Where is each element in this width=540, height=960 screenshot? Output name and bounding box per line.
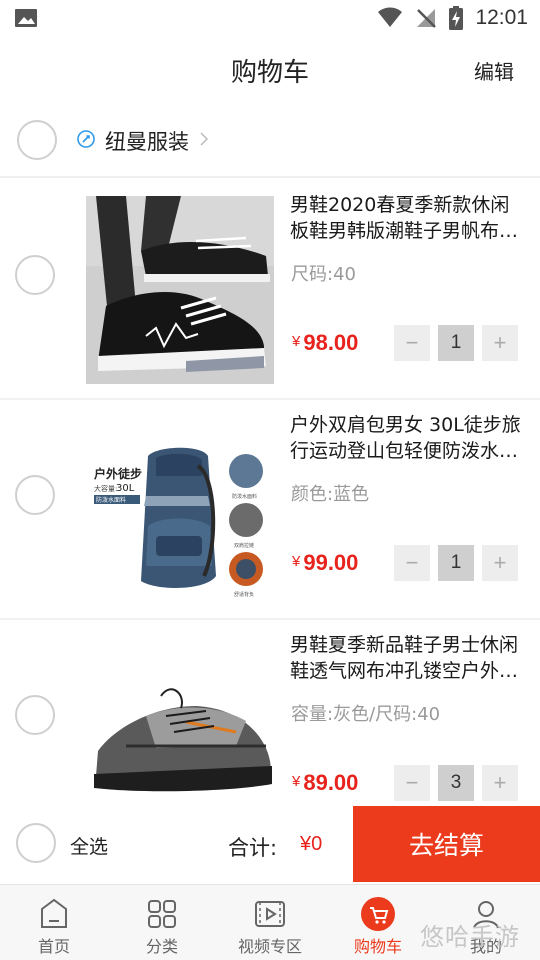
quantity-value[interactable]: 3 <box>438 765 474 801</box>
image-feature: 防泼水面料 <box>232 493 257 500</box>
header: 购物车 编辑 <box>0 36 540 102</box>
increase-button[interactable]: + <box>482 545 518 581</box>
clock: 12:01 <box>475 6 528 29</box>
cart-item[interactable]: 户外徒步 大容量: 30L 防泼水面料 防泼水面料 双肩拉链 舒适背负 户外双肩… <box>0 400 540 620</box>
battery-charging-icon <box>449 6 464 30</box>
price-value: 99.00 <box>303 550 359 575</box>
product-price: ¥89.00 <box>292 770 358 796</box>
product-price: ¥98.00 <box>292 330 358 356</box>
decrease-button[interactable]: − <box>394 325 430 361</box>
image-feature: 双肩拉链 <box>234 542 254 549</box>
currency-symbol: ¥ <box>292 333 301 350</box>
tab-cart[interactable]: 购物车 <box>324 885 432 960</box>
page-title: 购物车 <box>230 58 309 88</box>
price-value: 98.00 <box>303 330 359 355</box>
tab-video[interactable]: 视频专区 <box>216 885 324 960</box>
product-title[interactable]: 户外双肩包男女 30L徒步旅 行运动登山包轻便防泼水… <box>290 412 536 464</box>
tab-label: 购物车 <box>353 937 402 956</box>
product-title-line: 男鞋夏季新品鞋子男士休闲 <box>290 634 519 656</box>
decrease-button[interactable]: − <box>394 765 430 801</box>
increase-button[interactable]: + <box>482 325 518 361</box>
quantity-value[interactable]: 1 <box>438 325 474 361</box>
select-all-label[interactable]: 全选 <box>70 832 108 859</box>
product-image[interactable] <box>86 196 274 384</box>
chevron-right-icon[interactable] <box>198 131 210 147</box>
edit-button[interactable]: 编辑 <box>474 56 514 85</box>
item-select-radio[interactable] <box>15 695 55 735</box>
quantity-stepper[interactable]: − 3 + <box>394 765 518 801</box>
product-spec: 容量:灰色/尺码:40 <box>291 704 441 725</box>
price-value: 89.00 <box>303 770 359 795</box>
tab-label: 视频专区 <box>237 937 302 956</box>
increase-button[interactable]: + <box>482 765 518 801</box>
image-tag: 防泼水面料 <box>96 496 126 504</box>
wifi-icon <box>378 7 403 27</box>
product-title-line: 户外双肩包男女 30L徒步旅 <box>290 414 521 436</box>
image-capacity-label: 大容量: <box>94 484 117 493</box>
status-bar: 12:01 <box>0 0 540 36</box>
cart-item[interactable]: 男鞋2020春夏季新款休闲 板鞋男韩版潮鞋子男帆布… 尺码:40 ¥98.00 … <box>0 180 540 400</box>
cart-icon <box>361 897 395 931</box>
image-headline: 户外徒步 <box>94 466 142 481</box>
tab-home[interactable]: 首页 <box>0 885 108 960</box>
tab-label: 首页 <box>37 937 70 956</box>
product-title[interactable]: 男鞋夏季新品鞋子男士休闲 鞋透气网布冲孔镂空户外… <box>290 632 536 684</box>
watermark-text: 悠哈手游 <box>420 922 520 951</box>
quantity-stepper[interactable]: − 1 + <box>394 325 518 361</box>
tab-category[interactable]: 分类 <box>108 885 216 960</box>
category-grid-icon <box>148 900 176 928</box>
item-select-radio[interactable] <box>15 475 55 515</box>
currency-symbol: ¥ <box>292 553 301 570</box>
store-row[interactable]: 纽曼服装 <box>0 102 540 178</box>
product-image[interactable] <box>86 636 274 824</box>
store-icon <box>77 130 95 148</box>
product-spec: 颜色:蓝色 <box>291 484 370 505</box>
product-image[interactable]: 户外徒步 大容量: 30L 防泼水面料 防泼水面料 双肩拉链 舒适背负 <box>86 416 274 604</box>
image-notification-icon <box>15 9 37 27</box>
quantity-value[interactable]: 1 <box>438 545 474 581</box>
quantity-stepper[interactable]: − 1 + <box>394 545 518 581</box>
product-title-line: 鞋透气网布冲孔镂空户外… <box>290 660 519 682</box>
decrease-button[interactable]: − <box>394 545 430 581</box>
image-feature: 舒适背负 <box>234 591 254 598</box>
checkout-bar: 全选 合计: ¥0 去结算 <box>0 806 540 882</box>
no-signal-icon <box>417 9 437 28</box>
store-name[interactable]: 纽曼服装 <box>105 126 189 156</box>
tab-label: 分类 <box>145 937 178 956</box>
product-title-line: 板鞋男韩版潮鞋子男帆布… <box>290 220 519 242</box>
product-price: ¥99.00 <box>292 550 358 576</box>
home-icon <box>41 898 67 928</box>
currency-symbol: ¥ <box>292 773 301 790</box>
checkout-button[interactable]: 去结算 <box>353 806 540 882</box>
watermark: 悠哈手游 <box>420 910 538 958</box>
product-title-line: 男鞋2020春夏季新款休闲 <box>290 194 510 216</box>
video-icon <box>255 901 285 927</box>
total-value: ¥0 <box>300 833 323 855</box>
product-title-line: 行运动登山包轻便防泼水… <box>290 440 519 462</box>
select-all-radio[interactable] <box>16 823 56 863</box>
item-select-radio[interactable] <box>15 255 55 295</box>
total-label: 合计: <box>228 836 278 860</box>
image-capacity: 30L <box>116 483 135 494</box>
store-select-radio[interactable] <box>17 120 57 160</box>
product-title[interactable]: 男鞋2020春夏季新款休闲 板鞋男韩版潮鞋子男帆布… <box>290 192 536 244</box>
product-spec: 尺码:40 <box>291 264 356 285</box>
